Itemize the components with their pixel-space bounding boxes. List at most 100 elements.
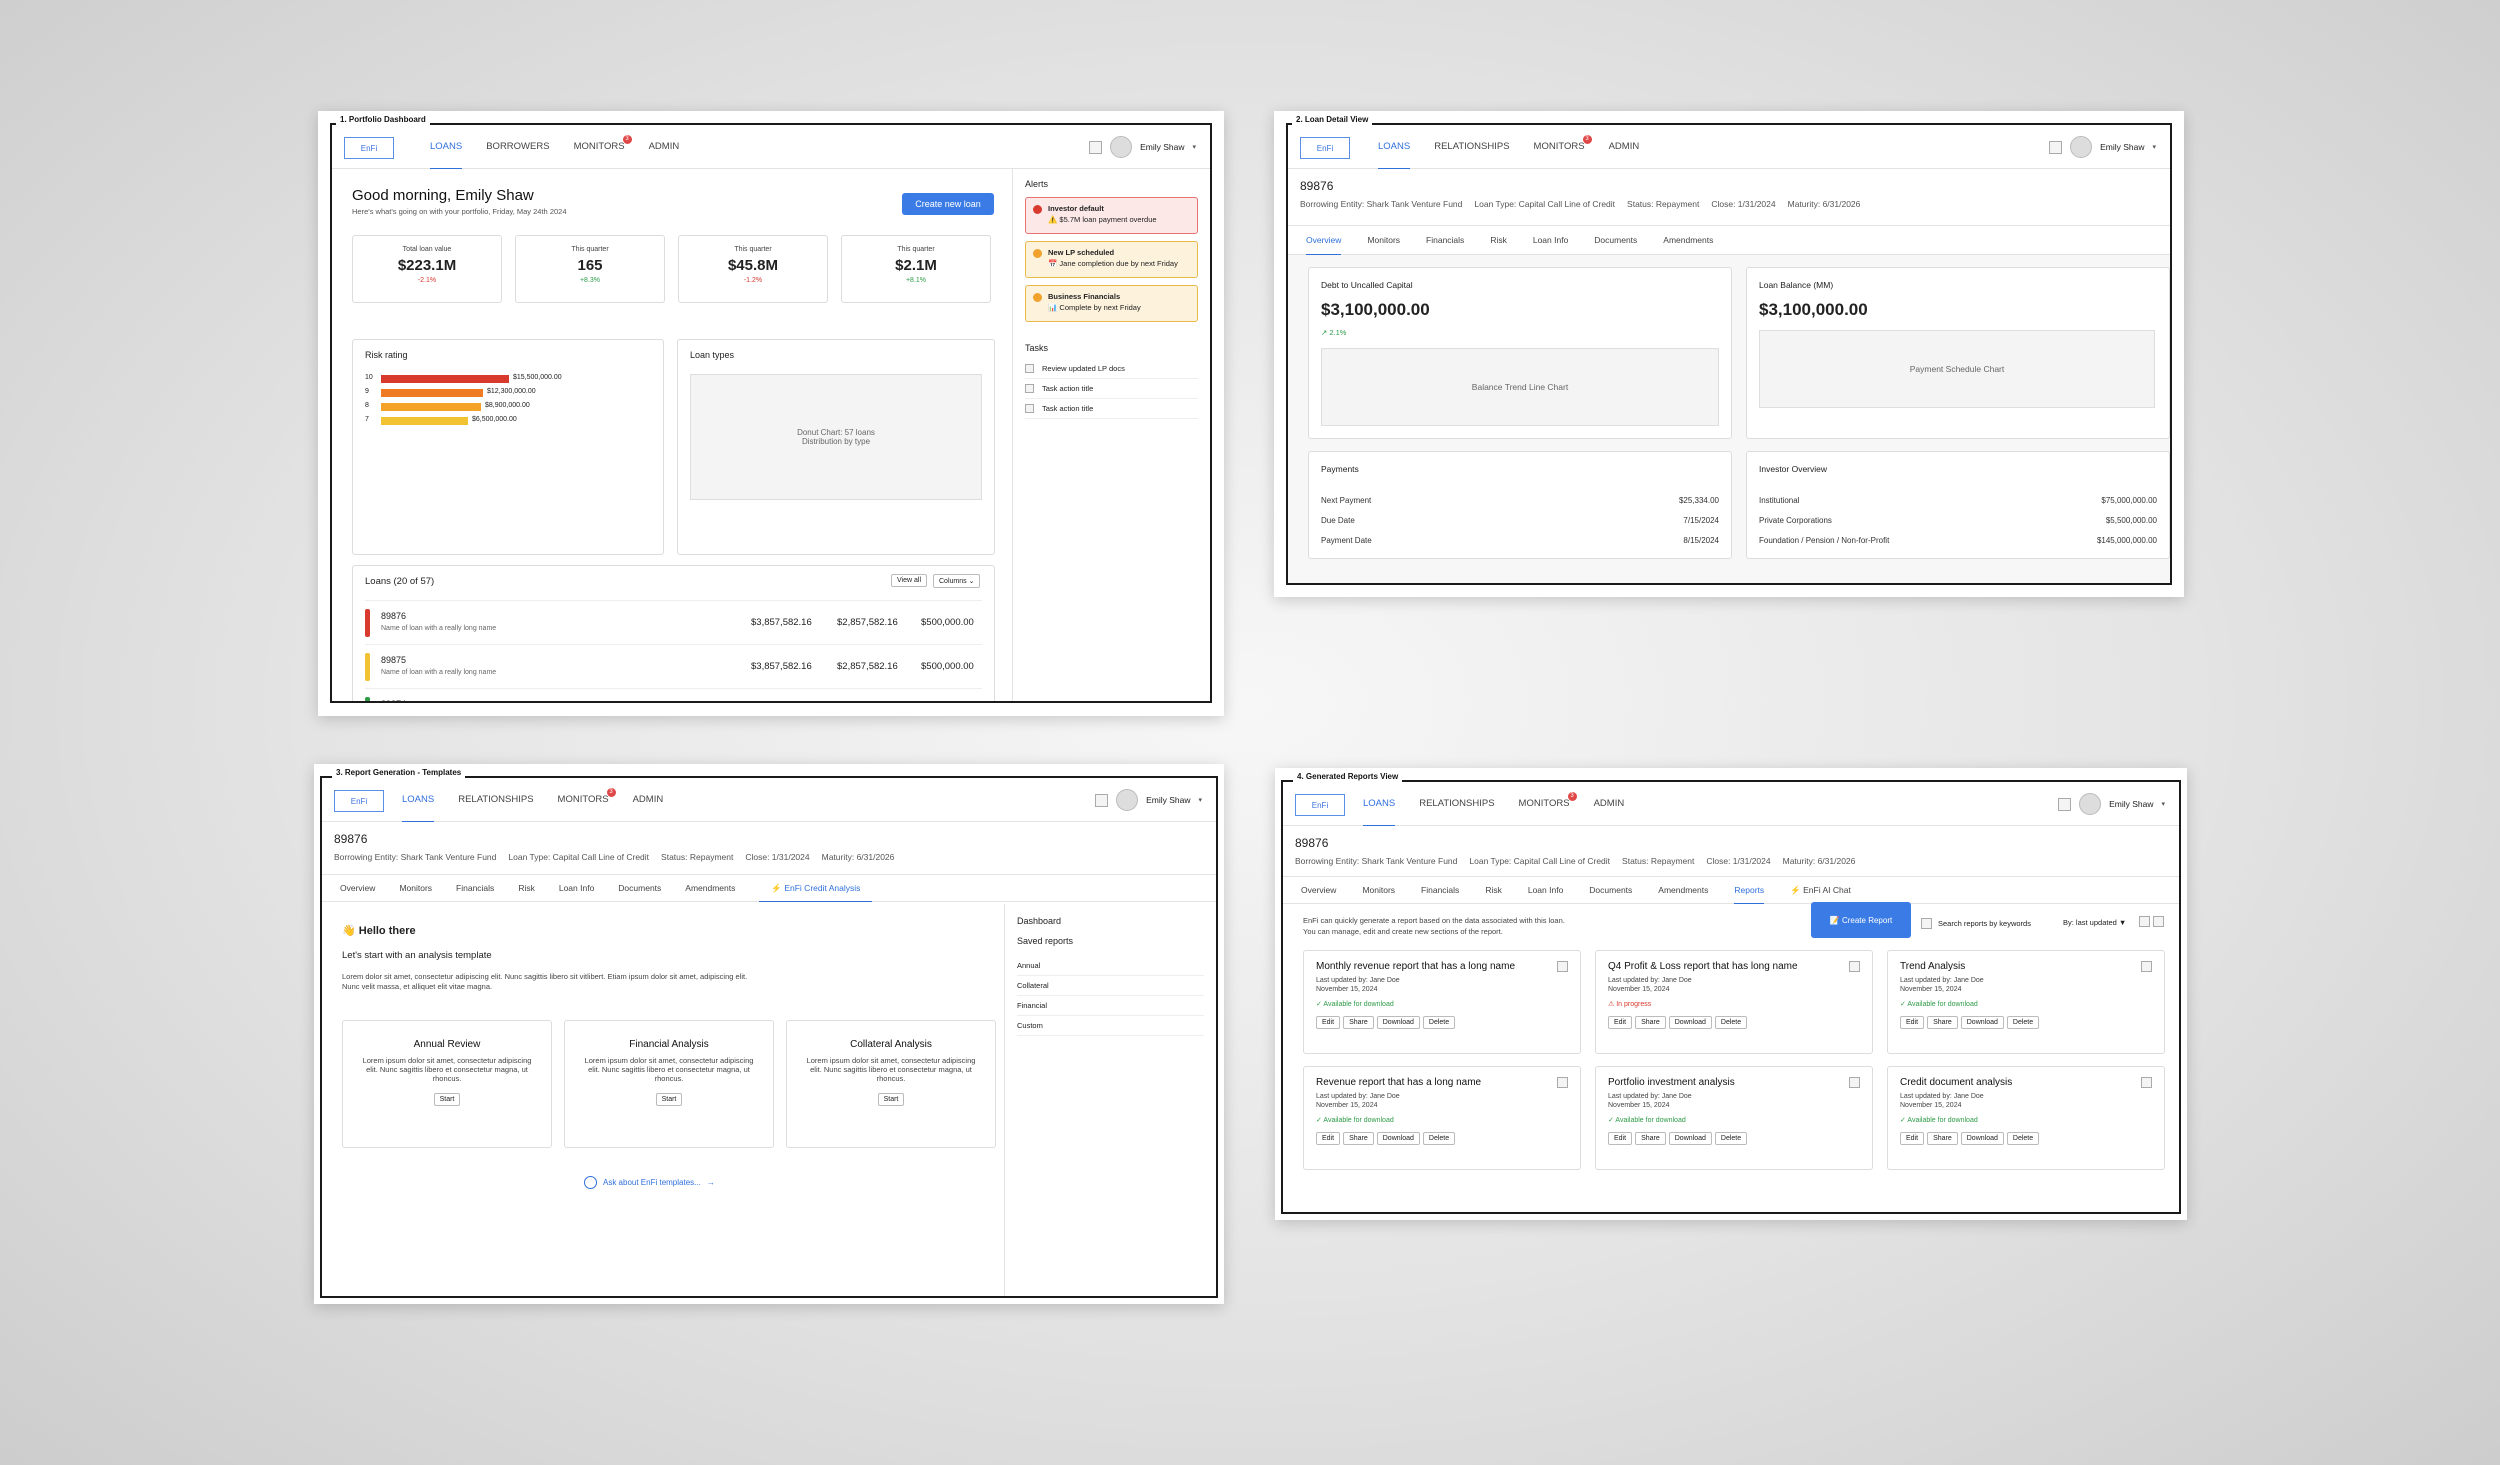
delete-button[interactable]: Delete xyxy=(2006,1016,2040,1029)
report-select-checkbox[interactable] xyxy=(1849,961,1860,972)
tab-overview[interactable]: Overview xyxy=(340,874,375,902)
report-select-checkbox[interactable] xyxy=(1849,1077,1860,1088)
download-button[interactable]: Download xyxy=(1668,1016,1712,1029)
nav-relationships[interactable]: RELATIONSHIPS xyxy=(1434,125,1509,169)
delete-button[interactable]: Delete xyxy=(1714,1132,1748,1145)
tab-financials[interactable]: Financials xyxy=(1426,225,1464,255)
notification-icon[interactable] xyxy=(2049,140,2063,154)
nav-monitors[interactable]: MONITORS 3 xyxy=(574,125,632,169)
table-row[interactable]: 89875 Name of loan with a really long nam… xyxy=(365,644,982,688)
nav-loans[interactable]: LOANS xyxy=(1378,125,1411,169)
chevron-down-icon[interactable]: ▾ xyxy=(1192,143,1196,151)
create-report-button[interactable]: 📝 Create Report xyxy=(1811,902,1911,938)
tab-monitors[interactable]: Monitors xyxy=(1362,876,1395,904)
avatar[interactable] xyxy=(1110,136,1133,158)
tab-enfi-ai-chat[interactable]: ⚡ EnFi AI Chat xyxy=(1790,876,1851,904)
checkbox[interactable] xyxy=(1025,364,1034,373)
nav-monitors[interactable]: MONITORS 3 xyxy=(558,778,616,822)
tab-monitors[interactable]: Monitors xyxy=(1367,225,1400,255)
edit-button[interactable]: Edit xyxy=(1316,1016,1341,1029)
avatar[interactable] xyxy=(1116,789,1139,811)
share-button[interactable]: Share xyxy=(1635,1132,1666,1145)
task-item[interactable]: Task action title xyxy=(1025,379,1198,399)
nav-admin[interactable]: ADMIN xyxy=(633,778,664,822)
download-button[interactable]: Download xyxy=(1960,1016,2004,1029)
enfi-logo[interactable]: EnFi xyxy=(1300,137,1350,159)
columns-button[interactable]: Columns ⌄ xyxy=(933,574,981,588)
alert-card[interactable]: New LP scheduled 📅 Jane completion due by… xyxy=(1025,241,1198,278)
tab-monitors[interactable]: Monitors xyxy=(399,874,432,902)
tab-loan-info[interactable]: Loan Info xyxy=(1528,876,1563,904)
task-item[interactable]: Task action title xyxy=(1025,399,1198,419)
report-card[interactable]: Q4 Profit & Loss report that has long na… xyxy=(1595,950,1873,1054)
nav-admin[interactable]: ADMIN xyxy=(649,125,680,169)
report-select-checkbox[interactable] xyxy=(2141,961,2152,972)
download-button[interactable]: Download xyxy=(1376,1132,1420,1145)
start-button[interactable]: Start xyxy=(433,1093,461,1106)
checkbox[interactable] xyxy=(1025,384,1034,393)
list-view-icon[interactable] xyxy=(2153,916,2164,927)
enfi-logo[interactable]: EnFi xyxy=(1295,794,1345,816)
avatar[interactable] xyxy=(2079,793,2102,815)
create-new-loan-button[interactable]: Create new loan xyxy=(902,193,994,215)
view-all-button[interactable]: View all xyxy=(891,574,927,587)
nav-relationships[interactable]: RELATIONSHIPS xyxy=(1419,782,1494,826)
chevron-down-icon[interactable]: ▾ xyxy=(2161,800,2165,808)
edit-button[interactable]: Edit xyxy=(1608,1016,1633,1029)
report-card[interactable]: Revenue report that has a long name Last … xyxy=(1303,1066,1581,1170)
avatar[interactable] xyxy=(2070,136,2093,158)
tab-financials[interactable]: Financials xyxy=(1421,876,1459,904)
report-select-checkbox[interactable] xyxy=(1557,961,1568,972)
sort-dropdown[interactable]: By: last updated ▼ xyxy=(2063,918,2126,927)
share-button[interactable]: Share xyxy=(1343,1016,1374,1029)
tab-risk[interactable]: Risk xyxy=(1490,225,1507,255)
alert-card[interactable]: Investor default ⚠️ $5.7M loan payment ov… xyxy=(1025,197,1198,234)
nav-relationships[interactable]: RELATIONSHIPS xyxy=(458,778,533,822)
user-name[interactable]: Emily Shaw xyxy=(2100,142,2144,152)
saved-report-item[interactable]: Financial xyxy=(1017,996,1204,1016)
report-card[interactable]: Credit document analysis Last updated by:… xyxy=(1887,1066,2165,1170)
edit-button[interactable]: Edit xyxy=(1900,1016,1925,1029)
report-card[interactable]: Monthly revenue report that has a long n… xyxy=(1303,950,1581,1054)
ask-templates-link[interactable]: Ask about EnFi templates... → xyxy=(584,1176,715,1189)
tab-loan-info[interactable]: Loan Info xyxy=(559,874,594,902)
nav-borrowers[interactable]: BORROWERS xyxy=(486,125,549,169)
share-button[interactable]: Share xyxy=(1343,1132,1374,1145)
report-select-checkbox[interactable] xyxy=(1557,1077,1568,1088)
nav-loans[interactable]: LOANS xyxy=(430,125,463,169)
table-row[interactable]: 89876 Name of loan with a really long nam… xyxy=(365,600,982,644)
tab-enfi-credit-analysis[interactable]: ⚡ EnFi Credit Analysis xyxy=(759,874,873,902)
tab-documents[interactable]: Documents xyxy=(1594,225,1637,255)
checkbox[interactable] xyxy=(1025,404,1034,413)
delete-button[interactable]: Delete xyxy=(2006,1132,2040,1145)
dashboard-link[interactable]: Dashboard xyxy=(1017,916,1061,926)
download-button[interactable]: Download xyxy=(1376,1016,1420,1029)
enfi-logo[interactable]: EnFi xyxy=(344,137,394,159)
download-button[interactable]: Download xyxy=(1960,1132,2004,1145)
tab-financials[interactable]: Financials xyxy=(456,874,494,902)
notification-icon[interactable] xyxy=(1095,793,1109,807)
tab-risk[interactable]: Risk xyxy=(1485,876,1502,904)
delete-button[interactable]: Delete xyxy=(1422,1016,1456,1029)
report-search[interactable]: Search reports by keywords xyxy=(1921,918,2031,929)
edit-button[interactable]: Edit xyxy=(1608,1132,1633,1145)
table-row[interactable]: 89874Name of loan with a really long nam… xyxy=(365,688,982,701)
tab-documents[interactable]: Documents xyxy=(618,874,661,902)
saved-report-item[interactable]: Annual xyxy=(1017,956,1204,976)
chevron-down-icon[interactable]: ▾ xyxy=(2152,143,2156,151)
nav-loans[interactable]: LOANS xyxy=(1363,782,1396,826)
chevron-down-icon[interactable]: ▾ xyxy=(1198,796,1202,804)
alert-card[interactable]: Business Financials 📊 Complete by next Fr… xyxy=(1025,285,1198,322)
tab-documents[interactable]: Documents xyxy=(1589,876,1632,904)
start-button[interactable]: Start xyxy=(877,1093,905,1106)
edit-button[interactable]: Edit xyxy=(1900,1132,1925,1145)
notification-icon[interactable] xyxy=(2058,797,2072,811)
share-button[interactable]: Share xyxy=(1635,1016,1666,1029)
saved-report-item[interactable]: Collateral xyxy=(1017,976,1204,996)
notification-icon[interactable] xyxy=(1089,140,1103,154)
tab-amendments[interactable]: Amendments xyxy=(685,874,735,902)
start-button[interactable]: Start xyxy=(655,1093,683,1106)
share-button[interactable]: Share xyxy=(1927,1016,1958,1029)
user-name[interactable]: Emily Shaw xyxy=(2109,799,2153,809)
enfi-logo[interactable]: EnFi xyxy=(334,790,384,812)
